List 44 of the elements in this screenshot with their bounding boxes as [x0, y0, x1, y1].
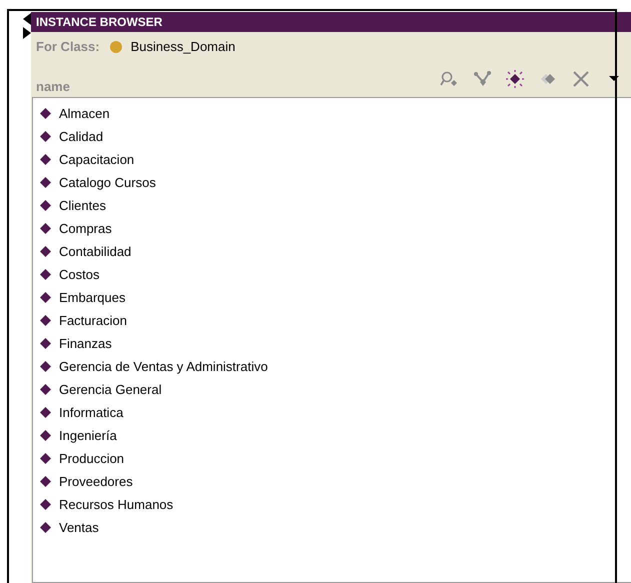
instance-icon — [40, 361, 51, 372]
instance-item[interactable]: Costos — [59, 267, 100, 282]
instance-item[interactable]: Clientes — [59, 198, 106, 213]
instance-icon — [40, 476, 51, 487]
instance-icon — [40, 430, 51, 441]
instance-icon — [40, 338, 51, 349]
instance-item[interactable]: Facturacion — [59, 313, 127, 328]
instance-icon — [40, 200, 51, 211]
instance-icon — [40, 522, 51, 533]
instance-item[interactable]: Almacen — [59, 106, 110, 121]
instance-item[interactable]: Embarques — [59, 290, 126, 305]
instance-item[interactable]: Gerencia de Ventas y Administrativo — [59, 359, 268, 374]
instance-item[interactable]: Catalogo Cursos — [59, 175, 156, 190]
instance-icon — [40, 177, 51, 188]
instance-item[interactable]: Calidad — [59, 129, 104, 144]
instance-item[interactable]: Compras — [59, 221, 112, 236]
instance-item[interactable]: Proveedores — [59, 474, 133, 489]
class-label: For Class: — [36, 39, 100, 54]
instance-item[interactable]: Ingeniería — [59, 428, 117, 443]
instance-item[interactable]: Finanzas — [59, 336, 112, 351]
instance-icon — [40, 384, 51, 395]
class-icon — [110, 40, 122, 52]
instance-item[interactable]: Contabilidad — [59, 244, 132, 259]
panel-title: INSTANCE BROWSER — [31, 12, 631, 32]
instance-icon — [40, 499, 51, 510]
instance-icon — [40, 269, 51, 280]
instance-icon — [40, 407, 51, 418]
sparkle-diamond-icon[interactable] — [506, 70, 524, 88]
instance-icon — [40, 131, 51, 142]
instance-item[interactable]: Produccion — [59, 451, 124, 466]
instance-icon — [40, 223, 51, 234]
instance-icon — [40, 154, 51, 165]
class-name: Business_Domain — [130, 39, 236, 54]
instance-item[interactable]: Capacitacion — [59, 152, 134, 167]
column-header: name — [36, 78, 70, 94]
instance-item[interactable]: Ventas — [59, 520, 99, 535]
instance-icon — [40, 292, 51, 303]
instance-icon — [40, 453, 51, 464]
instance-icon — [40, 108, 51, 119]
instance-icon — [40, 246, 51, 257]
instance-item[interactable]: Informatica — [59, 405, 124, 420]
instance-item[interactable]: Gerencia General — [59, 382, 162, 397]
instance-icon — [40, 315, 51, 326]
instance-item[interactable]: Recursos Humanos — [59, 497, 174, 512]
